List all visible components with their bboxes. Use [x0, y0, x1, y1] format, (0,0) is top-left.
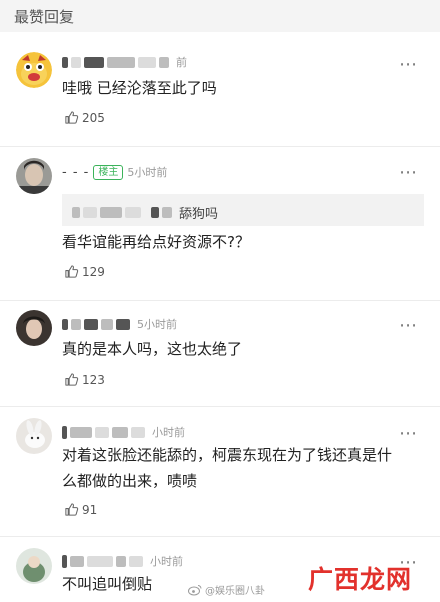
like-count: 205 — [82, 110, 105, 125]
username-row: 前 — [62, 53, 187, 71]
more-options-icon[interactable]: ⋯ — [399, 317, 418, 335]
like-button[interactable]: 205 — [64, 110, 105, 125]
weibo-logo-icon — [188, 584, 202, 595]
comment-time: 前 — [176, 56, 187, 69]
thumbs-up-icon — [65, 373, 79, 386]
thumbs-up-icon — [65, 503, 79, 516]
username-row: 小时前 — [62, 423, 185, 441]
divider — [0, 300, 440, 301]
username-row: 5小时前 — [62, 315, 177, 333]
like-count: 129 — [82, 264, 105, 279]
more-options-icon[interactable]: ⋯ — [399, 164, 418, 182]
like-button[interactable]: 129 — [64, 264, 105, 279]
comment-text: 看华谊能再给点好资源不?？ — [62, 233, 250, 251]
thumbs-up-icon — [65, 111, 79, 124]
avatar[interactable] — [16, 158, 52, 194]
comment-time: 小时前 — [150, 555, 183, 568]
quoted-reply[interactable]: 舔狗吗 — [62, 194, 424, 226]
like-count: 123 — [82, 372, 105, 387]
comment-text-line-1: 对着这张脸还能舔的，柯震东现在为了钱还真是什 — [62, 446, 393, 464]
avatar[interactable] — [16, 52, 52, 88]
host-badge: 楼主 — [93, 164, 124, 180]
more-options-icon[interactable]: ⋯ — [399, 56, 418, 74]
comment-text-line-2: 么都做的出来，啧啧 — [62, 472, 198, 490]
username-redacted[interactable] — [62, 425, 67, 439]
divider — [0, 536, 440, 537]
thumbs-up-icon — [65, 265, 79, 278]
weibo-watermark: @娱乐圈八卦 — [188, 582, 265, 597]
username-redacted[interactable]: - - - — [62, 165, 89, 180]
like-count: 91 — [82, 502, 98, 517]
username-redacted[interactable] — [62, 56, 68, 68]
comment-text: 真的是本人吗，这也太绝了 — [62, 340, 243, 358]
watermark-text: @娱乐圈八卦 — [205, 586, 265, 597]
avatar[interactable] — [16, 548, 52, 584]
avatar[interactable] — [16, 418, 52, 454]
comment-text: 哇哦 已经沦落至此了吗 — [62, 79, 217, 97]
like-button[interactable]: 123 — [64, 372, 105, 387]
username-redacted[interactable] — [62, 318, 68, 330]
quote-text: 舔狗吗 — [179, 207, 219, 222]
username-redacted[interactable] — [62, 554, 67, 568]
brand-watermark: 广西龙网 — [308, 565, 413, 594]
comment-time: 5小时前 — [137, 318, 177, 331]
section-header: 最赞回复 — [0, 0, 440, 32]
comment-time: 5小时前 — [127, 166, 168, 179]
divider — [0, 146, 440, 147]
section-title: 最赞回复 — [14, 8, 75, 26]
divider — [0, 406, 440, 407]
username-row: - - - 楼主 5小时前 — [62, 163, 167, 181]
like-button[interactable]: 91 — [64, 502, 97, 517]
avatar[interactable] — [16, 310, 52, 346]
more-options-icon[interactable]: ⋯ — [399, 425, 418, 443]
comment-time: 小时前 — [152, 426, 185, 439]
username-row: 小时前 — [62, 552, 183, 570]
